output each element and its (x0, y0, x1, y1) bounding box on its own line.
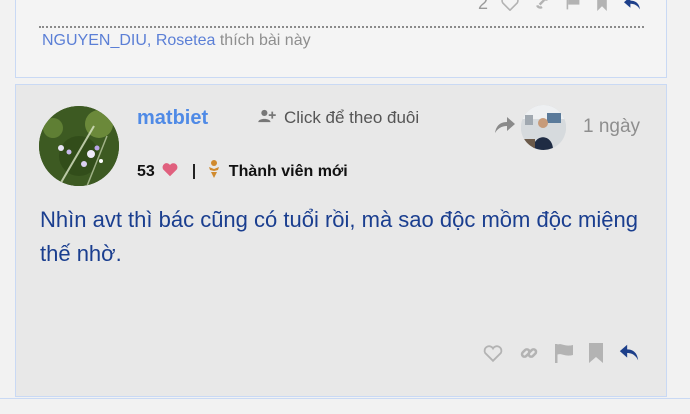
add-user-icon (258, 108, 276, 128)
previous-post-actions: 2 (477, 0, 642, 13)
post-actions (482, 343, 640, 368)
reply-icon[interactable] (618, 343, 640, 368)
prev-heart-outline-icon[interactable] (500, 0, 520, 11)
divider-dotted (39, 26, 644, 28)
liker-link-2[interactable]: Rosetea (156, 32, 216, 49)
user-stats: 53 Thành viên mới (137, 159, 348, 184)
liker-separator: , (146, 32, 152, 49)
badge-label: Thành viên mới (228, 162, 348, 180)
post-time[interactable]: 1 ngày (583, 116, 640, 138)
post-card: matbiet Click để theo đuôi 1 ngày 53 Thà (15, 84, 667, 397)
link-icon[interactable] (518, 343, 540, 368)
share-arrow-icon[interactable] (493, 115, 517, 140)
avatar-flowers-image (39, 106, 119, 186)
bookmark-icon[interactable] (588, 343, 604, 368)
prev-like-count: 2 (477, 0, 488, 13)
post-content: Nhìn avt thì bác cũng có tuổi rồi, mà sa… (40, 207, 638, 266)
likes-suffix: thích bài này (219, 32, 311, 49)
heart-count: 53 (137, 162, 155, 180)
person-photo-image (521, 105, 566, 150)
liked-by-line: NGUYEN_DIU, Rosetea thích bài này (42, 32, 311, 50)
prev-bookmark-icon[interactable] (594, 0, 610, 11)
stats-divider (192, 164, 195, 179)
badge-person-icon (207, 159, 221, 184)
prev-flag-icon[interactable] (564, 0, 582, 11)
prev-link-icon[interactable] (532, 0, 552, 11)
prev-reply-icon[interactable] (622, 0, 642, 11)
heart-outline-icon[interactable] (482, 344, 504, 368)
quoted-user-avatar[interactable] (521, 105, 566, 150)
follow-button[interactable]: Click để theo đuôi (258, 108, 419, 128)
liker-link-1[interactable]: NGUYEN_DIU (42, 32, 147, 49)
avatar[interactable] (39, 106, 119, 186)
next-post-edge (0, 398, 690, 414)
follow-label: Click để theo đuôi (284, 108, 420, 127)
heart-icon (161, 162, 179, 182)
flag-icon[interactable] (554, 343, 574, 368)
username-link[interactable]: matbiet (137, 107, 208, 130)
previous-post-card: 2 NGUYEN_DIU, Rosetea thích bài này (15, 0, 667, 78)
